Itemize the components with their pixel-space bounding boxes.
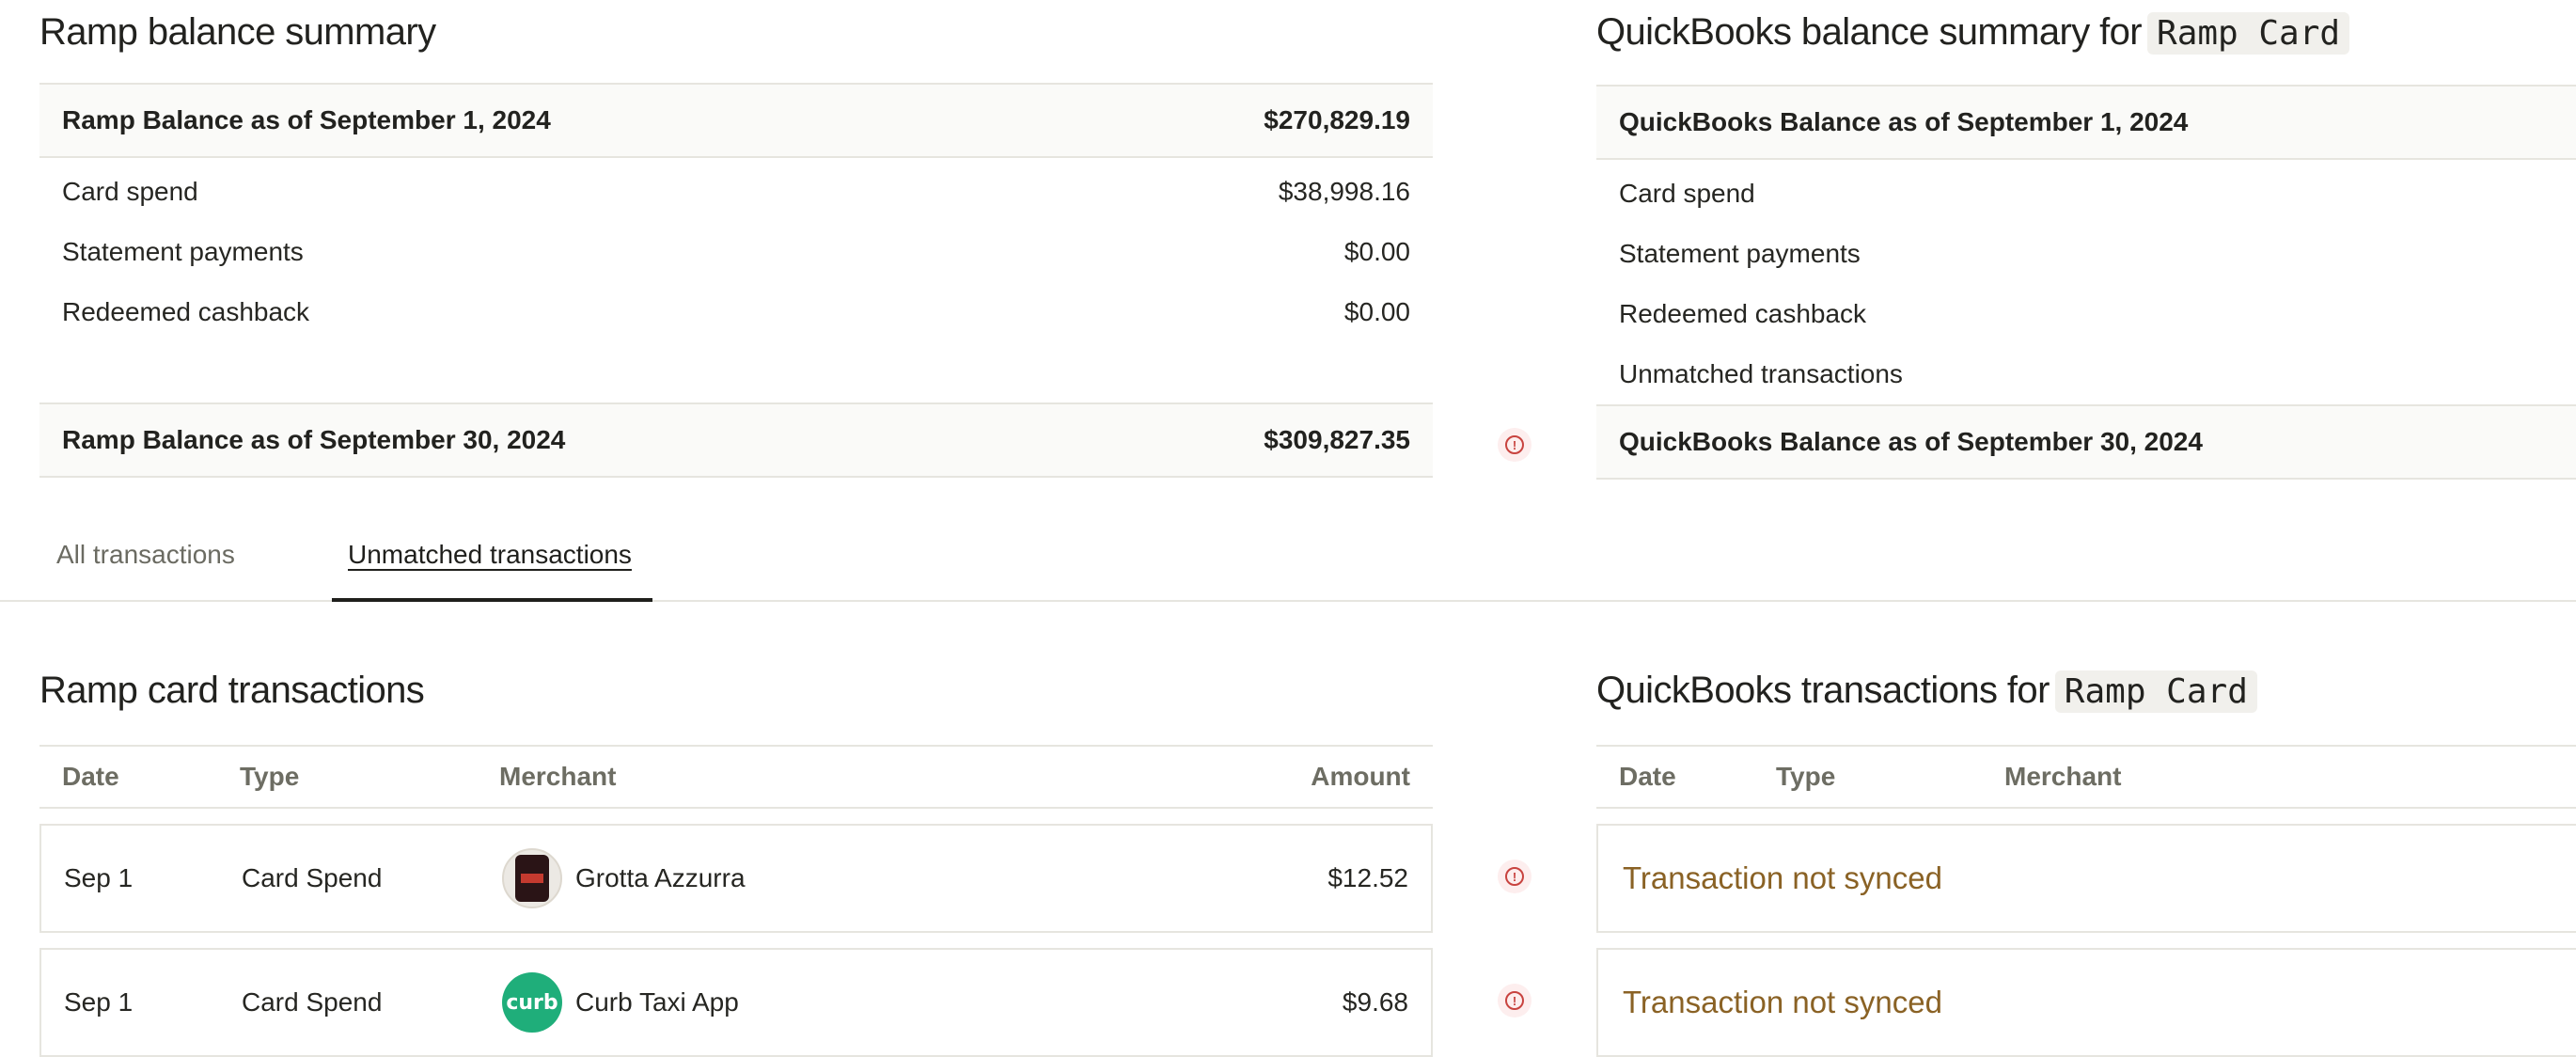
ramp-summary-row: Card spend $38,998.16	[39, 162, 1433, 222]
grotta-azzurra-logo	[502, 848, 562, 908]
qb-opening-balance-row: QuickBooks Balance as of September 1, 20…	[1596, 85, 2576, 160]
not-synced-status: Transaction not synced	[1623, 985, 1942, 1019]
qb-row-label: Statement payments	[1619, 239, 1861, 268]
column-header-amount[interactable]: Amount	[1311, 762, 1410, 792]
ramp-transactions-header: Date Type Merchant Amount	[39, 745, 1433, 809]
qb-transactions-account: Ramp Card	[2054, 670, 2257, 713]
ramp-summary-row: Statement payments $0.00	[39, 222, 1433, 282]
tab-all-transactions[interactable]: All transactions	[56, 540, 235, 570]
qb-summary-panel: QuickBooks Balance as of September 1, 20…	[1596, 85, 2576, 483]
ramp-row-value: $0.00	[1343, 297, 1410, 326]
ramp-row-label: Card spend	[62, 177, 198, 206]
qb-summary-row: Statement payments	[1596, 224, 2576, 284]
ramp-row-value: $38,998.16	[1278, 177, 1410, 206]
qb-summary-title-text: QuickBooks balance summary for	[1596, 11, 2143, 53]
qb-summary-title: QuickBooks balance summary for Ramp Card	[1596, 11, 2350, 55]
ramp-row-label: Redeemed cashback	[62, 297, 310, 326]
ramp-summary-row: Redeemed cashback $0.00	[39, 282, 1433, 342]
column-header-date[interactable]: Date	[1619, 762, 1676, 792]
table-row[interactable]: Transaction not synced	[1596, 948, 2576, 1057]
column-header-date[interactable]: Date	[62, 762, 119, 792]
ramp-closing-balance-row: Ramp Balance as of September 30, 2024 $3…	[39, 402, 1433, 478]
exclamation-circle-icon[interactable]: !	[1498, 984, 1531, 1018]
active-tab-indicator	[332, 598, 652, 602]
ramp-closing-value: $309,827.35	[1264, 425, 1410, 454]
transaction-merchant: Curb Taxi App	[575, 987, 739, 1017]
qb-closing-balance-row: QuickBooks Balance as of September 30, 2…	[1596, 404, 2576, 480]
transaction-tabs: All transactions Unmatched transactions	[0, 480, 2576, 602]
qb-row-label: Card spend	[1619, 179, 1755, 208]
transaction-amount: $9.68	[1342, 987, 1408, 1017]
qb-transactions-header: Date Type Merchant	[1596, 745, 2576, 809]
ramp-transactions-title: Ramp card transactions	[39, 670, 425, 711]
table-row[interactable]: Transaction not synced	[1596, 824, 2576, 933]
qb-transactions-title-text: QuickBooks transactions for	[1596, 670, 2050, 711]
transaction-type: Card Spend	[242, 987, 383, 1017]
qb-row-label: Redeemed cashback	[1619, 299, 1867, 328]
ramp-row-label: Statement payments	[62, 237, 304, 266]
ramp-summary-panel: Ramp Balance as of September 1, 2024 $27…	[39, 83, 1433, 481]
column-header-merchant[interactable]: Merchant	[2004, 762, 2121, 792]
not-synced-status: Transaction not synced	[1623, 860, 1942, 895]
column-header-merchant[interactable]: Merchant	[499, 762, 616, 792]
transaction-date: Sep 1	[64, 863, 134, 892]
qb-opening-label: QuickBooks Balance as of September 1, 20…	[1619, 107, 2189, 136]
ramp-opening-label: Ramp Balance as of September 1, 2024	[62, 105, 551, 134]
tab-unmatched-transactions[interactable]: Unmatched transactions	[348, 540, 632, 570]
curb-logo: curb	[502, 972, 562, 1033]
ramp-opening-balance-row: Ramp Balance as of September 1, 2024 $27…	[39, 83, 1433, 158]
qb-transactions-title: QuickBooks transactions for Ramp Card	[1596, 670, 2257, 713]
exclamation-circle-icon[interactable]: !	[1498, 860, 1531, 893]
transaction-date: Sep 1	[64, 987, 134, 1017]
table-row[interactable]: Sep 1 Card Spend Grotta Azzurra $12.52	[39, 824, 1433, 933]
qb-row-label: Unmatched transactions	[1619, 359, 1903, 388]
ramp-row-value: $0.00	[1343, 237, 1410, 266]
table-row[interactable]: Sep 1 Card Spend curb Curb Taxi App $9.6…	[39, 948, 1433, 1057]
qb-account-name: Ramp Card	[2147, 12, 2350, 55]
qb-summary-row: Card spend	[1596, 164, 2576, 224]
qb-closing-label: QuickBooks Balance as of September 30, 2…	[1619, 427, 2203, 456]
column-header-type[interactable]: Type	[1776, 762, 1835, 792]
transaction-amount: $12.52	[1327, 863, 1408, 892]
column-header-type[interactable]: Type	[240, 762, 299, 792]
transaction-type: Card Spend	[242, 863, 383, 892]
exclamation-circle-icon[interactable]: !	[1498, 428, 1531, 462]
ramp-summary-title: Ramp balance summary	[39, 11, 436, 53]
transaction-merchant: Grotta Azzurra	[575, 863, 746, 892]
ramp-closing-label: Ramp Balance as of September 30, 2024	[62, 425, 566, 454]
qb-summary-row: Redeemed cashback	[1596, 284, 2576, 344]
qb-summary-row: Unmatched transactions	[1596, 344, 2576, 404]
ramp-opening-value: $270,829.19	[1264, 105, 1410, 134]
